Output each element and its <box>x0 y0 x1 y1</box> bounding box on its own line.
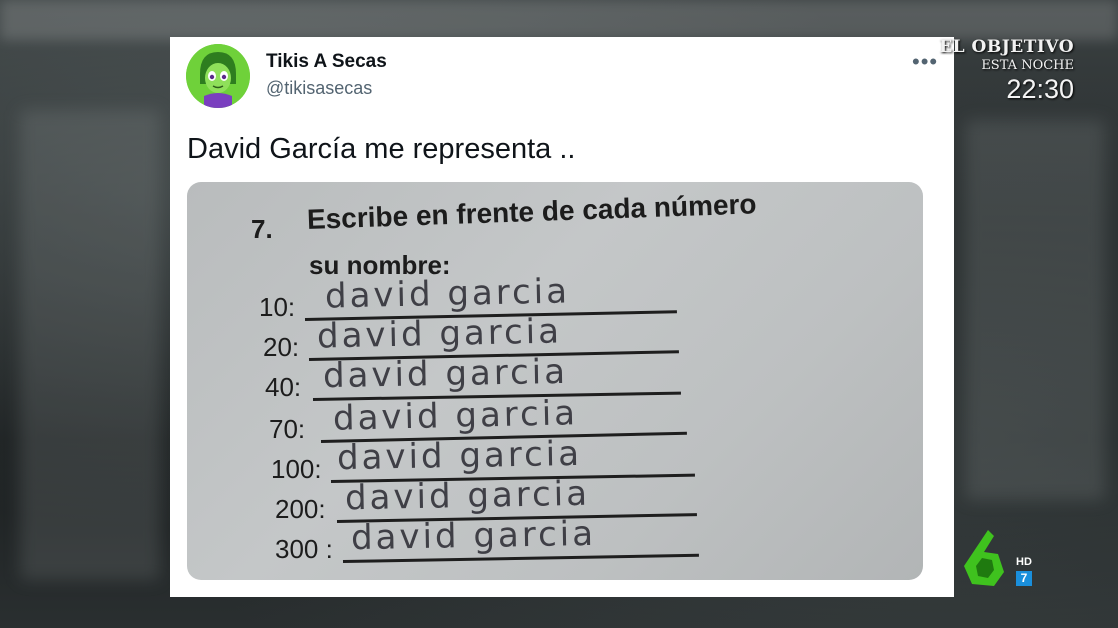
author-name[interactable]: Tikis A Secas <box>266 51 387 73</box>
question-number: 7. <box>251 214 273 244</box>
handwritten-answer: david garcia <box>332 393 579 439</box>
handwritten-answer: david garcia <box>322 351 569 397</box>
background-blur-block <box>20 110 160 580</box>
handwritten-answer: david garcia <box>324 271 571 317</box>
row-number-label: 70: <box>269 414 306 444</box>
row-number-label: 40: <box>265 372 302 402</box>
channel-number-badge: 7 <box>1016 571 1032 586</box>
handwritten-answer: david garcia <box>336 433 583 479</box>
tweet-card: Tikis A Secas @tikisasecas ••• David Gar… <box>170 37 954 597</box>
background-blur-band <box>0 0 1118 40</box>
broadcast-time: 22:30 <box>1006 74 1074 104</box>
row-number-label: 300 : <box>275 534 333 564</box>
tweet-photo[interactable]: 7. Escribe en frente de cada número su n… <box>187 182 923 580</box>
program-title-line2: ESTA NOCHE <box>981 58 1074 73</box>
background-blur-block <box>965 120 1105 500</box>
avatar[interactable] <box>186 44 250 108</box>
tweet-text: David García me representa .. <box>187 133 576 165</box>
program-title: EL OBJETIVO ESTA NOCHE <box>939 37 1074 73</box>
avatar-character-icon <box>186 44 250 108</box>
row-number-label: 20: <box>263 332 300 362</box>
handwritten-answer: david garcia <box>350 513 597 559</box>
channel-6-logo-icon <box>964 530 1004 586</box>
row-number-label: 100: <box>271 454 322 484</box>
hd-badge: HD <box>1016 556 1032 568</box>
question-line-1: Escribe en frente de cada número <box>306 188 757 235</box>
row-number-label: 200: <box>275 494 326 524</box>
author-handle[interactable]: @tikisasecas <box>266 78 372 99</box>
program-title-line1: EL OBJETIVO <box>939 37 1074 57</box>
handwritten-answer: david garcia <box>344 473 591 519</box>
handwritten-answer: david garcia <box>316 311 563 357</box>
more-options-icon[interactable]: ••• <box>912 49 938 75</box>
row-number-label: 10: <box>259 292 296 322</box>
